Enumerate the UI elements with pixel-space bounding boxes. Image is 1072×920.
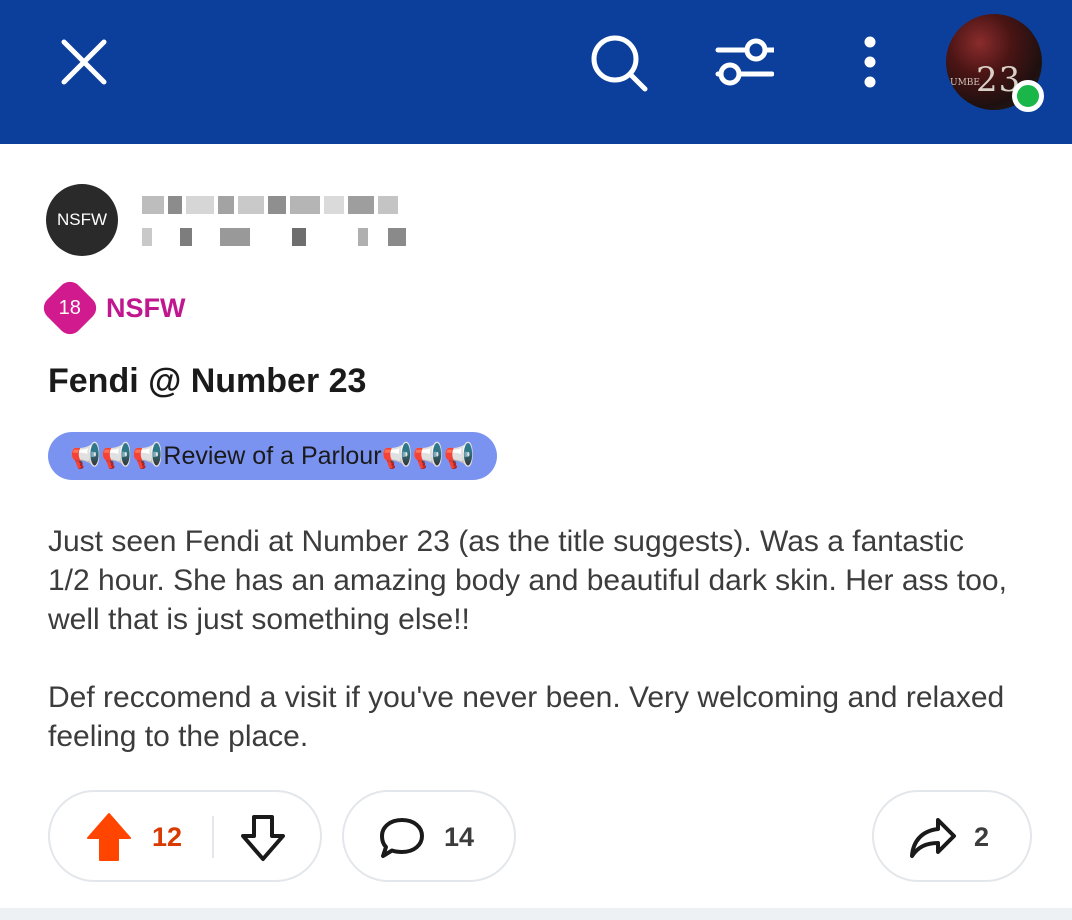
redacted-post-meta: [142, 228, 406, 246]
app-header: UMBE 23: [0, 0, 1072, 144]
post-body-paragraph: Just seen Fendi at Number 23 (as the tit…: [48, 525, 1007, 636]
downvote-button[interactable]: [240, 814, 286, 867]
more-options-button[interactable]: [850, 34, 890, 90]
downvote-arrow-icon: [241, 815, 285, 861]
search-button[interactable]: [588, 32, 650, 94]
upvote-arrow-icon: [87, 813, 131, 861]
redacted-subreddit-name[interactable]: [142, 196, 398, 214]
share-button[interactable]: 2: [872, 790, 1032, 882]
close-button[interactable]: [56, 34, 112, 90]
share-arrow-icon: [908, 816, 958, 865]
vote-divider: [212, 816, 214, 858]
nsfw-label: NSFW: [106, 292, 186, 323]
post-flair-text: 📢📢📢Review of a Parlour📢📢📢: [70, 441, 475, 470]
online-status-indicator: [1012, 80, 1044, 112]
user-avatar-button[interactable]: UMBE 23: [946, 14, 1046, 114]
close-icon: [61, 39, 107, 85]
subreddit-avatar[interactable]: NSFW: [46, 184, 118, 256]
more-vertical-icon: [864, 36, 876, 88]
upvote-button[interactable]: [86, 812, 132, 867]
comments-button[interactable]: 14: [342, 790, 516, 882]
vote-score: 12: [152, 822, 183, 852]
sliders-icon: [715, 38, 774, 86]
nsfw-badge-number: 18: [58, 296, 82, 319]
filter-button[interactable]: [712, 34, 776, 90]
post-body: Just seen Fendi at Number 23 (as the tit…: [48, 522, 1008, 756]
bottom-divider: [0, 908, 1072, 920]
comment-count: 14: [444, 822, 475, 852]
comment-bubble-icon: [378, 816, 426, 865]
post-flair[interactable]: 📢📢📢Review of a Parlour📢📢📢: [48, 432, 497, 480]
vote-bar: 12: [48, 790, 322, 882]
nsfw-tag: 18 NSFW: [38, 276, 186, 340]
search-icon: [591, 35, 648, 92]
post-title: Fendi @ Number 23: [48, 362, 367, 400]
subreddit-avatar-text: NSFW: [56, 210, 108, 229]
post-body-paragraph: Def reccomend a visit if you've never be…: [48, 681, 1005, 753]
nsfw-18-icon: 18: [38, 276, 102, 340]
share-count: 2: [974, 822, 990, 852]
